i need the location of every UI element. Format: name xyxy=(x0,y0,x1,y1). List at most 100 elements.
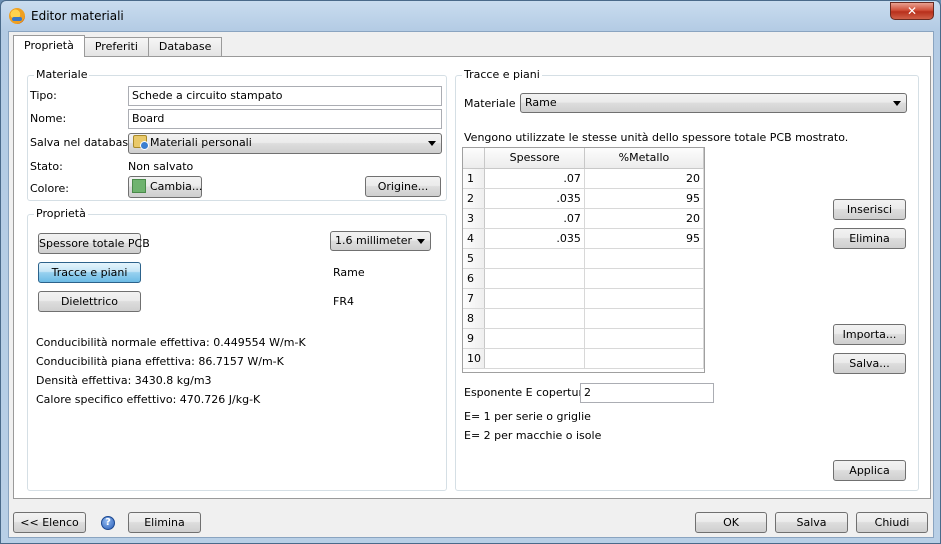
row-header[interactable]: 8 xyxy=(463,308,486,329)
units-note: Vengono utilizzate le stesse unità dello… xyxy=(464,131,849,144)
salva-button[interactable]: Salva xyxy=(775,512,848,533)
chevron-down-icon xyxy=(893,101,901,106)
grid-header-row: Spessore %Metallo xyxy=(463,148,704,169)
tracce-materiale-select[interactable]: Rame xyxy=(520,93,907,113)
salva-layers-button[interactable]: Salva... xyxy=(833,353,906,374)
cell-metallo[interactable] xyxy=(584,288,704,309)
ok-button[interactable]: OK xyxy=(695,512,767,533)
cell-metallo[interactable] xyxy=(584,248,704,269)
esponente-field[interactable]: 2 xyxy=(580,383,714,403)
tab-proprieta[interactable]: Proprietà xyxy=(13,35,85,57)
cell-spessore[interactable] xyxy=(484,348,585,369)
applica-button[interactable]: Applica xyxy=(833,460,906,481)
tab-preferiti[interactable]: Preferiti xyxy=(83,37,149,57)
salva-database-label: Salva nel database: xyxy=(30,136,139,149)
table-row: 10 xyxy=(463,348,704,369)
row-header[interactable]: 7 xyxy=(463,288,486,309)
densita-effettiva: Densità effettiva: 3430.8 kg/m3 xyxy=(36,374,212,387)
tab-bar: Proprietà Preferiti Database xyxy=(13,35,223,57)
group-materiale-label: Materiale xyxy=(34,68,90,81)
chevron-down-icon xyxy=(428,141,436,146)
nome-field[interactable]: Board xyxy=(128,109,442,129)
cell-metallo[interactable]: 20 xyxy=(584,168,704,189)
elimina-material-button[interactable]: Elimina xyxy=(128,512,201,533)
grid-corner xyxy=(463,148,486,169)
close-button[interactable]: ✕ xyxy=(890,2,934,20)
help-icon[interactable]: ? xyxy=(101,516,115,530)
cell-spessore[interactable] xyxy=(484,288,585,309)
table-row: 6 xyxy=(463,268,704,289)
grid-body: 1.07 20 2.035 95 3.07 20 4.035 95 5 6 7 8 9 10 xyxy=(463,168,704,369)
table-row: 4.035 95 xyxy=(463,228,704,249)
group-proprieta-label: Proprietà xyxy=(34,207,88,220)
column-header-spessore[interactable]: Spessore xyxy=(484,148,585,169)
cell-metallo[interactable] xyxy=(584,348,704,369)
table-row: 1.07 20 xyxy=(463,168,704,189)
nome-label: Nome: xyxy=(30,112,67,125)
tab-database[interactable]: Database xyxy=(147,37,223,57)
tipo-field[interactable]: Schede a circuito stampato xyxy=(128,86,442,106)
elenco-button[interactable]: << Elenco xyxy=(13,512,86,533)
database-folder-icon xyxy=(133,135,149,150)
row-header[interactable]: 4 xyxy=(463,228,486,249)
cambia-label: Cambia... xyxy=(150,180,203,193)
dielettrico-button[interactable]: Dielettrico xyxy=(38,291,141,312)
table-row: 5 xyxy=(463,248,704,269)
row-header[interactable]: 6 xyxy=(463,268,486,289)
chiudi-button[interactable]: Chiudi xyxy=(856,512,928,533)
table-row: 8 xyxy=(463,308,704,329)
cell-metallo[interactable] xyxy=(584,268,704,289)
salva-database-select[interactable]: Materiali personali xyxy=(128,133,442,154)
window-title: Editor materiali xyxy=(31,9,124,23)
hint-serie: E= 1 per serie o griglie xyxy=(464,410,591,423)
stato-value: Non salvato xyxy=(128,160,194,173)
group-proprieta: Proprietà Spessore totale PCB 1.6 millim… xyxy=(27,207,447,491)
layer-table: Spessore %Metallo 1.07 20 2.035 95 3.07 20 4.0… xyxy=(463,148,704,369)
tracce-materiale-value: Rame xyxy=(525,96,557,109)
salva-database-value: Materiali personali xyxy=(150,136,252,149)
cell-spessore[interactable] xyxy=(484,268,585,289)
column-header-metallo[interactable]: %Metallo xyxy=(584,148,704,169)
title-bar: Editor materiali ✕ xyxy=(1,1,940,31)
origine-button[interactable]: Origine... xyxy=(365,176,441,197)
inserisci-button[interactable]: Inserisci xyxy=(833,199,906,220)
row-header[interactable]: 5 xyxy=(463,248,486,269)
cell-metallo[interactable]: 95 xyxy=(584,228,704,249)
cell-spessore[interactable]: .035 xyxy=(484,188,585,209)
spessore-unit-select[interactable]: 1.6 millimeter xyxy=(330,231,431,251)
table-row: 7 xyxy=(463,288,704,309)
table-row: 9 xyxy=(463,328,704,349)
group-materiale: Materiale Tipo: Schede a circuito stampa… xyxy=(27,68,447,201)
row-header[interactable]: 3 xyxy=(463,208,486,229)
tracce-piani-button[interactable]: Tracce e piani xyxy=(38,262,141,283)
chevron-down-icon xyxy=(417,239,425,244)
app-icon xyxy=(9,8,25,24)
cell-metallo[interactable] xyxy=(584,328,704,349)
table-row: 2.035 95 xyxy=(463,188,704,209)
elimina-layer-button[interactable]: Elimina xyxy=(833,228,906,249)
cell-metallo[interactable]: 20 xyxy=(584,208,704,229)
tracce-value: Rame xyxy=(333,266,365,279)
row-header[interactable]: 1 xyxy=(463,168,486,189)
cell-spessore[interactable] xyxy=(484,308,585,329)
cell-metallo[interactable] xyxy=(584,308,704,329)
row-header[interactable]: 2 xyxy=(463,188,486,209)
esponente-label: Esponente E copertura xyxy=(464,386,590,399)
importa-button[interactable]: Importa... xyxy=(833,324,906,345)
cell-metallo[interactable]: 95 xyxy=(584,188,704,209)
cell-spessore[interactable] xyxy=(484,328,585,349)
spessore-totale-button[interactable]: Spessore totale PCB xyxy=(38,233,150,254)
tracce-materiale-label: Materiale xyxy=(464,97,516,110)
cell-spessore[interactable]: .07 xyxy=(484,208,585,229)
tipo-label: Tipo: xyxy=(30,89,57,102)
stato-label: Stato: xyxy=(30,160,63,173)
calore-specifico: Calore specifico effettivo: 470.726 J/kg… xyxy=(36,393,261,406)
row-header[interactable]: 9 xyxy=(463,328,486,349)
row-header[interactable]: 10 xyxy=(463,348,486,369)
cell-spessore[interactable] xyxy=(484,248,585,269)
cell-spessore[interactable]: .035 xyxy=(484,228,585,249)
dielettrico-value: FR4 xyxy=(333,295,354,308)
group-tracce-label: Tracce e piani xyxy=(462,68,542,81)
cambia-colore-button[interactable]: Cambia... xyxy=(128,176,202,198)
cell-spessore[interactable]: .07 xyxy=(484,168,585,189)
